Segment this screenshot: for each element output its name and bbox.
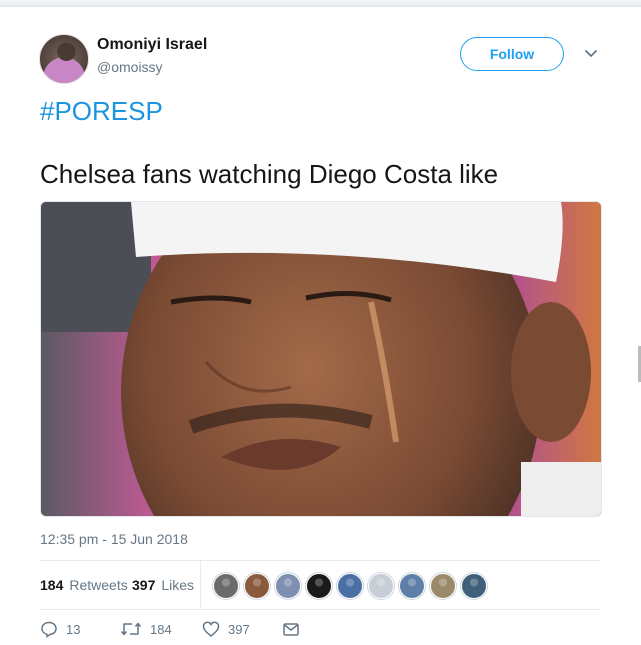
author-name[interactable]: Omoniyi Israel: [97, 36, 207, 54]
liker-avatar[interactable]: [368, 573, 394, 599]
liker-avatar[interactable]: [430, 573, 456, 599]
retweet-count: 184: [150, 621, 172, 637]
follow-button[interactable]: Follow: [460, 37, 564, 71]
tweet-text: Chelsea fans watching Diego Costa like: [40, 159, 499, 189]
chevron-down-icon[interactable]: [582, 44, 600, 62]
envelope-icon: [283, 623, 299, 636]
reply-icon: [41, 621, 57, 638]
timestamp[interactable]: 12:35 pm - 15 Jun 2018: [40, 531, 188, 547]
stats-divider: [200, 561, 201, 609]
liker-avatar[interactable]: [461, 573, 487, 599]
like-count: 397: [228, 621, 250, 637]
reply-action[interactable]: 13: [40, 620, 80, 638]
heart-icon: [202, 621, 220, 637]
author-handle[interactable]: @omoissy: [97, 59, 163, 75]
likes-stat[interactable]: 397 Likes: [132, 577, 194, 593]
liker-avatar[interactable]: [306, 573, 332, 599]
avatar[interactable]: [39, 34, 89, 84]
liker-avatar[interactable]: [337, 573, 363, 599]
likes-label: Likes: [161, 577, 195, 593]
retweets-label: Retweets: [69, 577, 128, 593]
retweet-action[interactable]: 184: [120, 620, 172, 638]
direct-message-action[interactable]: [282, 620, 308, 638]
liker-avatar[interactable]: [244, 573, 270, 599]
retweets-count: 184: [40, 577, 64, 593]
retweets-stat[interactable]: 184 Retweets: [40, 577, 128, 593]
crying-face-photo: [41, 202, 601, 516]
tweet-image[interactable]: [40, 201, 602, 517]
liker-avatar[interactable]: [275, 573, 301, 599]
like-action[interactable]: 397: [202, 620, 250, 638]
retweet-icon: [120, 622, 142, 636]
hashtag-link[interactable]: #PORESP: [40, 96, 163, 127]
engagement-stats: 184 Retweets 397 Likes: [40, 560, 600, 610]
tweet-card: Omoniyi Israel @omoissy Follow #PORESP C…: [0, 0, 641, 639]
liker-avatar[interactable]: [213, 573, 239, 599]
tweet-actions: 13 184 397: [40, 620, 600, 644]
likes-count: 397: [132, 577, 156, 593]
reply-count: 13: [66, 621, 81, 637]
liker-avatar[interactable]: [399, 573, 425, 599]
liker-avatars: [213, 573, 492, 599]
